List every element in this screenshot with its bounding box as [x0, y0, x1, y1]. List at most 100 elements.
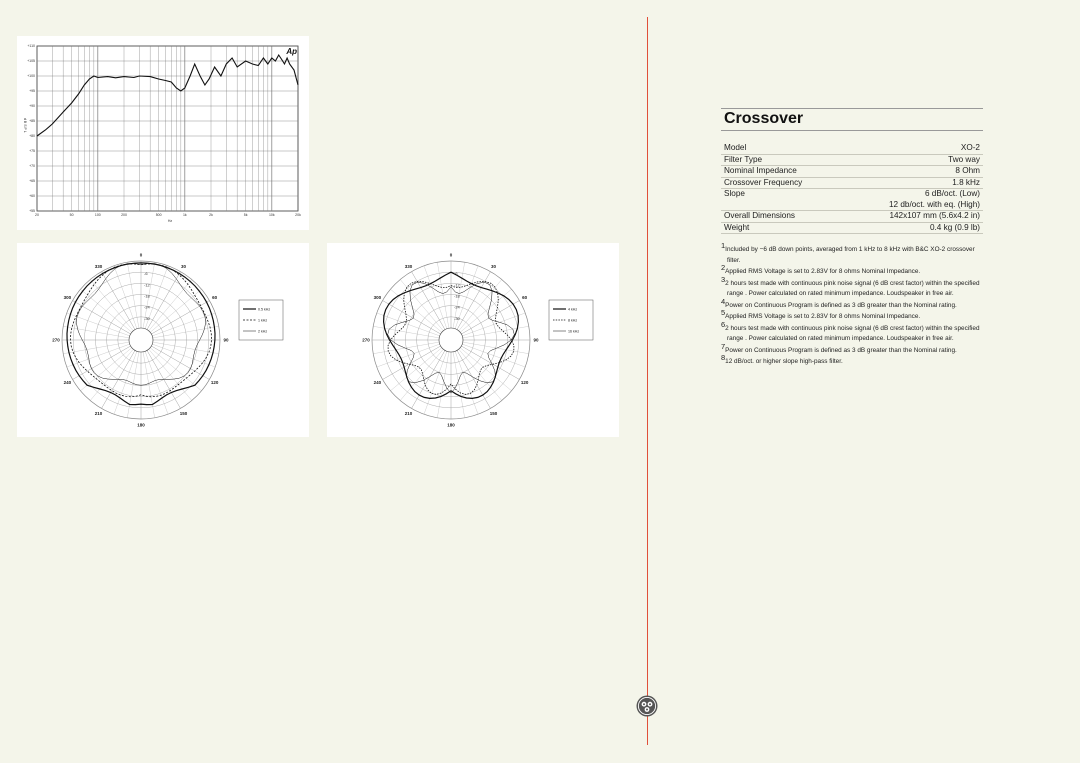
- radial-label: -18: [454, 294, 461, 299]
- spec-label: Nominal Impedance: [724, 166, 797, 175]
- radial-label: -24: [454, 305, 461, 310]
- spec-label: Crossover Frequency: [724, 177, 803, 187]
- spec-row: 12 db/oct. with eq. (High): [721, 199, 983, 211]
- x-tick-label: 10k: [269, 213, 275, 217]
- polar-low-legend: 0.5 kHz 1 kHz 2 kHz: [238, 299, 284, 341]
- page-divider: [647, 17, 648, 745]
- radial-label: -18: [144, 294, 151, 299]
- radial-label: -6: [144, 271, 148, 276]
- angle-label: 60: [522, 295, 528, 300]
- spec-row: Crossover Frequency 1.8 kHz: [721, 177, 983, 189]
- legend-label: 2 kHz: [258, 329, 267, 333]
- footnote-number: 5: [721, 308, 726, 317]
- spec-value: 12 db/oct. with eq. (High): [888, 199, 980, 209]
- footnote-text: 2 hours test made with continuous pink n…: [725, 279, 980, 298]
- footnote-number: 6: [721, 319, 726, 329]
- footnote-number: 3: [721, 274, 726, 284]
- spec-label: Filter Type: [724, 154, 763, 164]
- spec-row: Slope 6 dB/oct. (Low): [721, 189, 983, 200]
- spec-value: 142x107 mm (5.6x4.2 in): [889, 211, 980, 220]
- footnote-number: 2: [721, 263, 726, 272]
- y-tick-label: +100: [27, 74, 35, 78]
- y-tick-label: +60: [29, 194, 35, 198]
- radial-label: -24: [144, 305, 151, 310]
- legend-label: 4 kHz: [568, 307, 577, 311]
- spec-label: Overall Dimensions: [724, 211, 795, 220]
- footnote-text: 12 dB/oct. or higher slope high-pass fil…: [725, 358, 843, 365]
- y-tick-label: +80: [29, 134, 35, 138]
- angle-label: 120: [211, 380, 219, 385]
- frequency-response-svg: +110+105+100+95+90+85+80+75+70+65+60+55 …: [23, 44, 301, 223]
- legend-label: 8 kHz: [568, 318, 577, 322]
- x-tick-label: 50: [70, 213, 74, 217]
- angle-label: 300: [64, 295, 72, 300]
- angle-label: 240: [374, 380, 382, 385]
- footnote: 2Applied RMS Voltage is set to 2.83V for…: [721, 263, 983, 278]
- angle-label: 0: [450, 253, 453, 258]
- y-tick-label: +70: [29, 164, 35, 168]
- angle-label: 330: [95, 264, 103, 269]
- footnote-text: Included by −6 dB down points, averaged …: [725, 246, 975, 264]
- radial-label: -12: [144, 282, 151, 287]
- y-tick-label: +75: [29, 149, 35, 153]
- footnote-number: 7: [721, 341, 726, 351]
- footnote: 5Applied RMS Voltage is set to 2.83V for…: [721, 308, 983, 323]
- footnote: 62 hours test made with continuous pink …: [721, 319, 983, 345]
- spec-value: Two way: [948, 154, 980, 164]
- angle-label: 90: [533, 338, 539, 343]
- polar-low-svg: 0 30 60 90 120 150 180 210 240 270 300 330 -6 -12 -18 -…: [52, 253, 284, 428]
- x-tick-label: 200: [121, 213, 127, 217]
- spec-row: Weight 0.4 kg (0.9 lb): [721, 222, 983, 234]
- spec-value: 1.8 kHz: [952, 177, 980, 187]
- spec-row: Overall Dimensions 142x107 mm (5.6x4.2 in…: [721, 211, 983, 223]
- brand-logo-icon: [636, 695, 658, 717]
- spec-row: Filter Type Two way: [721, 154, 983, 166]
- angle-label: 30: [491, 264, 497, 269]
- footnotes: 1Included by −6 dB down points, averaged…: [721, 241, 983, 368]
- polar-chart-low: 0 30 60 90 120 150 180 210 240 270 300 330 -6 -12 -18 -…: [17, 243, 309, 437]
- angle-label: 210: [95, 411, 103, 416]
- frequency-response-chart: +110 +105 +100 +95 +90 +85 +80 +75 +70 +65 +60 +55 …: [17, 36, 309, 230]
- footnote: 4Power on Continuous Program is defined …: [721, 297, 983, 312]
- y-tick-label: +110: [27, 44, 35, 48]
- footnote-text: Applied RMS Voltage is set to 2.83V for …: [725, 313, 921, 320]
- footnote-text: Power on Continuous Program is defined a…: [725, 346, 957, 354]
- spec-value: 0.4 kg (0.9 lb): [929, 222, 980, 232]
- legend-label: 16 kHz: [568, 329, 579, 333]
- footnote-text: Power on Continuous Program is defined a…: [725, 301, 957, 309]
- spec-label: Model: [724, 143, 747, 152]
- footnote: 812 dB/oct. or higher slope high-pass fi…: [721, 353, 983, 368]
- polar-high-legend: 4 kHz 8 kHz 16 kHz: [548, 299, 594, 341]
- footnote-number: 8: [721, 353, 726, 362]
- footnote: 1Included by −6 dB down points, averaged…: [721, 241, 983, 266]
- angle-label: 180: [137, 423, 145, 428]
- angle-label: 210: [405, 411, 413, 416]
- section-title: Crossover: [721, 108, 983, 131]
- spec-row: Nominal Impedance 8 Ohm: [721, 166, 983, 178]
- angle-label: 90: [223, 338, 229, 343]
- spec-label: Weight: [724, 222, 750, 232]
- x-tick-label: 1k: [183, 213, 187, 217]
- angle-label: 300: [374, 295, 382, 300]
- angle-label: 0: [140, 253, 143, 258]
- polar-high-svg: 0306090120150180210240270300330-6-12-18-…: [362, 253, 594, 428]
- y-tick-label: +90: [29, 104, 35, 108]
- footnote-text: Applied RMS Voltage is set to 2.83V for …: [725, 268, 921, 275]
- x-axis-unit: Hz: [168, 219, 173, 223]
- ap-logo: Ap: [285, 47, 297, 56]
- polar-center: [438, 327, 464, 353]
- angle-label: 150: [490, 411, 498, 416]
- footnote: 32 hours test made with continuous pink …: [721, 274, 983, 300]
- footnote: 7Power on Continuous Program is defined …: [721, 341, 983, 357]
- y-tick-label: +105: [27, 59, 35, 63]
- radial-label: -12: [454, 282, 461, 287]
- y-tick-label: +85: [29, 119, 35, 123]
- crossover-spec-section: Crossover Model XO-2 Filter Type Two way Nom…: [721, 108, 983, 368]
- x-tick-label: 20k: [295, 213, 301, 217]
- spec-label: Slope: [724, 189, 745, 198]
- legend-label: 1 kHz: [258, 318, 267, 322]
- angle-label: 330: [405, 264, 413, 269]
- polar-chart-high: 0 30 60 90 120 150 180 210 240 270 300 330 -6 -12 -18-…: [327, 243, 619, 437]
- legend-label: 0.5 kHz: [258, 307, 270, 311]
- x-tick-label: 5k: [244, 213, 248, 217]
